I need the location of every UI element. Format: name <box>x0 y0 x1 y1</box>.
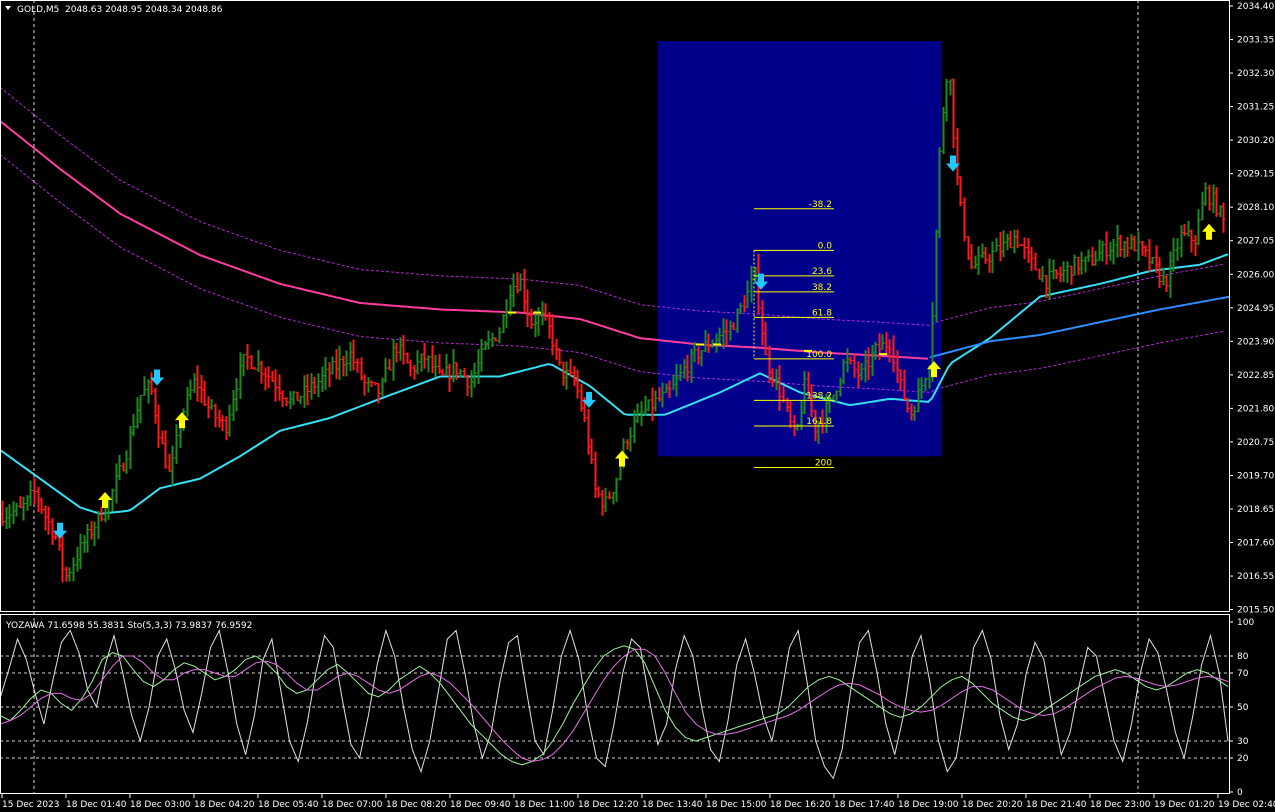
price-tick-label: 2031.25 <box>1237 103 1274 113</box>
time-tick-label: 18 Dec 05:40 <box>258 800 319 810</box>
price-tick-label: 2029.15 <box>1237 170 1274 180</box>
oscillator-tick-label: 100 <box>1237 618 1254 628</box>
time-tick-label: 18 Dec 09:40 <box>450 800 511 810</box>
fib-level-label: 61.8 <box>812 308 832 318</box>
price-tick-label: 2027.05 <box>1237 237 1274 247</box>
fib-level-label: -38.2 <box>809 200 832 210</box>
time-tick-label: 18 Dec 01:40 <box>66 800 127 810</box>
time-tick-label: 18 Dec 23:00 <box>1090 800 1151 810</box>
time-tick-label: 18 Dec 15:00 <box>706 800 767 810</box>
time-tick-label: 18 Dec 16:20 <box>770 800 831 810</box>
symbol-label: GOLD,M5 <box>17 5 59 15</box>
price-tick-label: 2033.35 <box>1237 36 1274 46</box>
price-tick-label: 2015.50 <box>1237 606 1274 616</box>
oscillator-tick-label: 80 <box>1237 652 1249 662</box>
fib-level-label: 0.0 <box>818 241 833 251</box>
fib-level-label: 161.8 <box>806 417 832 427</box>
price-tick-label: 2020.75 <box>1237 438 1274 448</box>
price-tick-label: 2023.90 <box>1237 337 1274 347</box>
trading-chart[interactable]: -38.20.023.638.261.8100.0138.2161.8200 2… <box>0 0 1275 812</box>
price-tick-label: 2026.00 <box>1237 270 1274 280</box>
time-tick-label: 15 Dec 2023 <box>2 800 60 810</box>
oscillator-tick-label: 0 <box>1237 788 1243 798</box>
oscillator-tick-label: 30 <box>1237 737 1249 747</box>
time-tick-label: 18 Dec 11:00 <box>514 800 575 810</box>
time-tick-label: 18 Dec 12:20 <box>578 800 639 810</box>
time-tick-label: 19 Dec 01:20 <box>1154 800 1215 810</box>
time-tick-label: 18 Dec 08:20 <box>386 800 447 810</box>
fib-level-label: 23.6 <box>812 267 832 277</box>
time-tick-label: 19 Dec 02:40 <box>1218 800 1275 810</box>
price-tick-label: 2022.85 <box>1237 371 1274 381</box>
price-tick-label: 2028.10 <box>1237 203 1274 213</box>
price-tick-label: 2021.80 <box>1237 404 1274 414</box>
price-tick-label: 2016.55 <box>1237 572 1274 582</box>
highlight-zone <box>658 41 941 457</box>
price-tick-label: 2034.40 <box>1237 2 1274 12</box>
time-tick-label: 18 Dec 07:00 <box>322 800 383 810</box>
price-tick-label: 2017.60 <box>1237 539 1274 549</box>
price-tick-label: 2032.30 <box>1237 69 1274 79</box>
time-tick-label: 18 Dec 17:40 <box>834 800 895 810</box>
oscillator-tick-label: 70 <box>1237 669 1249 679</box>
fib-level-label: 200 <box>815 458 832 468</box>
price-tick-label: 2018.65 <box>1237 505 1274 515</box>
time-tick-label: 18 Dec 21:40 <box>1026 800 1087 810</box>
oscillator-tick-label: 50 <box>1237 703 1249 713</box>
time-tick-label: 18 Dec 13:40 <box>642 800 703 810</box>
highlight-zone-rect <box>658 41 941 457</box>
oscillator-tick-label: 20 <box>1237 754 1249 764</box>
time-tick-label: 18 Dec 20:20 <box>962 800 1023 810</box>
fib-level-label: 100.0 <box>806 350 832 360</box>
symbol-ohlc: 2048.63 2048.95 2048.34 2048.86 <box>65 5 223 15</box>
time-tick-label: 18 Dec 04:20 <box>194 800 255 810</box>
fib-level-label: 138.2 <box>806 391 832 401</box>
time-tick-label: 18 Dec 03:00 <box>130 800 191 810</box>
price-tick-label: 2019.70 <box>1237 471 1274 481</box>
price-tick-label: 2030.20 <box>1237 136 1274 146</box>
indicator-label: YOZAWA 71.6598 55.3831 Sto(5,3,3) 73.983… <box>5 621 252 631</box>
time-tick-label: 18 Dec 19:00 <box>898 800 959 810</box>
price-tick-label: 2024.95 <box>1237 304 1274 314</box>
fib-level-label: 38.2 <box>812 283 832 293</box>
